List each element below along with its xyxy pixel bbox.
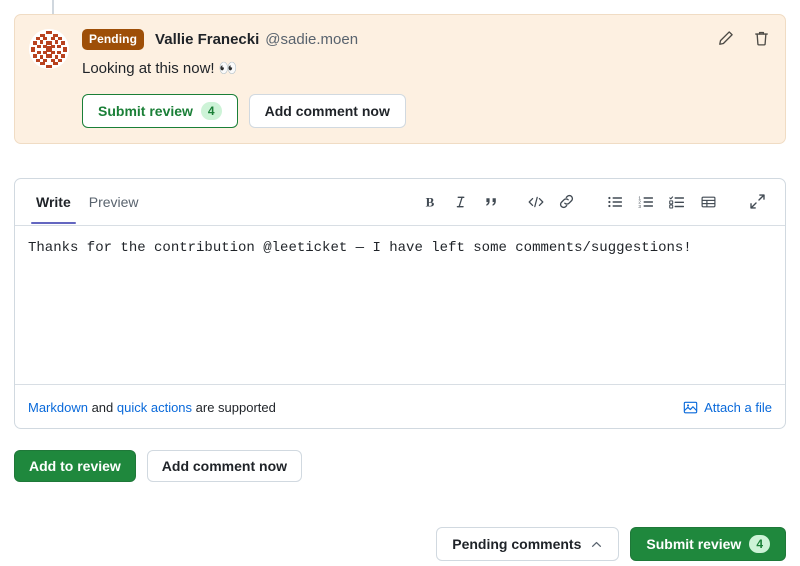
- tab-write-label: Write: [36, 193, 71, 210]
- unordered-list-icon[interactable]: [600, 187, 631, 217]
- comment-textarea-value: Thanks for the contribution @leeticket —…: [28, 240, 692, 256]
- submit-review-button-banner[interactable]: Submit review 4: [82, 94, 238, 128]
- table-icon[interactable]: [693, 187, 724, 217]
- avatar[interactable]: [29, 29, 69, 69]
- code-icon[interactable]: [520, 187, 551, 217]
- supported-text: are supported: [192, 400, 276, 415]
- expand-icon[interactable]: [742, 187, 773, 217]
- comment-textarea[interactable]: Thanks for the contribution @leeticket —…: [15, 226, 785, 384]
- submit-review-label: Submit review: [646, 536, 742, 552]
- pencil-icon[interactable]: [715, 28, 735, 48]
- chevron-up-icon: [590, 538, 603, 551]
- link-icon[interactable]: [551, 187, 582, 217]
- markdown-help-text: Markdown and quick actions are supported: [28, 400, 276, 415]
- banner-action-group: Submit review 4 Add comment now: [82, 94, 771, 128]
- comment-actions: [715, 28, 771, 48]
- author-handle[interactable]: @sadie.moen: [265, 31, 358, 48]
- tab-preview-label: Preview: [88, 193, 139, 210]
- pull-request-review-panel: Pending Vallie Franecki @sadie.moen Look…: [0, 0, 800, 566]
- comment-editor: Write Preview B 1 2 3 Thanks for the con…: [14, 178, 786, 429]
- submit-review-count: 4: [749, 535, 770, 553]
- add-to-review-label: Add to review: [29, 458, 121, 474]
- status-badge: Pending: [82, 28, 145, 50]
- submit-review-label: Submit review: [98, 103, 193, 119]
- tab-write[interactable]: Write: [27, 180, 80, 224]
- comment-body: Looking at this now! 👀: [82, 59, 771, 79]
- comment-body-text: Looking at this now!: [82, 60, 219, 77]
- review-footer-bar: Pending comments Submit review 4: [436, 527, 786, 561]
- pending-comments-label: Pending comments: [452, 536, 582, 552]
- italic-icon[interactable]: [445, 187, 476, 217]
- quote-icon[interactable]: [476, 187, 507, 217]
- editor-tabs: Write Preview: [27, 179, 148, 224]
- task-list-icon[interactable]: [662, 187, 693, 217]
- svg-text:3: 3: [638, 204, 641, 209]
- ordered-list-icon[interactable]: 1 2 3: [631, 187, 662, 217]
- editor-header: Write Preview B 1 2 3: [15, 179, 785, 225]
- editor-footer: Markdown and quick actions are supported…: [15, 385, 785, 430]
- timeline-connector: [52, 0, 54, 15]
- author-name[interactable]: Vallie Franecki: [155, 31, 259, 48]
- tab-preview[interactable]: Preview: [80, 180, 148, 224]
- attach-a-file-label: Attach a file: [704, 400, 772, 415]
- submit-review-count: 4: [200, 102, 222, 120]
- bold-icon[interactable]: B: [414, 187, 445, 217]
- svg-text:B: B: [425, 194, 434, 209]
- comment-meta: Pending Vallie Franecki @sadie.moen: [82, 28, 771, 50]
- add-comment-now-button-banner[interactable]: Add comment now: [248, 94, 406, 128]
- and-text: and: [87, 400, 117, 415]
- add-to-review-button[interactable]: Add to review: [14, 450, 136, 482]
- markdown-link[interactable]: Markdown: [28, 400, 88, 415]
- quick-actions-link[interactable]: quick actions: [117, 400, 192, 415]
- eyes-emoji: 👀: [218, 60, 238, 77]
- pending-comments-dropdown[interactable]: Pending comments: [436, 527, 620, 561]
- image-icon: [683, 400, 698, 415]
- add-comment-now-label: Add comment now: [161, 458, 288, 474]
- formatting-toolbar: B 1 2 3: [414, 179, 773, 224]
- add-comment-now-button[interactable]: Add comment now: [146, 450, 303, 482]
- add-comment-now-label: Add comment now: [264, 103, 390, 119]
- submit-review-button[interactable]: Submit review 4: [630, 527, 786, 561]
- pending-review-banner: Pending Vallie Franecki @sadie.moen Look…: [14, 14, 786, 144]
- trash-icon[interactable]: [751, 28, 771, 48]
- attach-a-file-button[interactable]: Attach a file: [683, 400, 772, 415]
- editor-action-row: Add to review Add comment now: [14, 450, 303, 482]
